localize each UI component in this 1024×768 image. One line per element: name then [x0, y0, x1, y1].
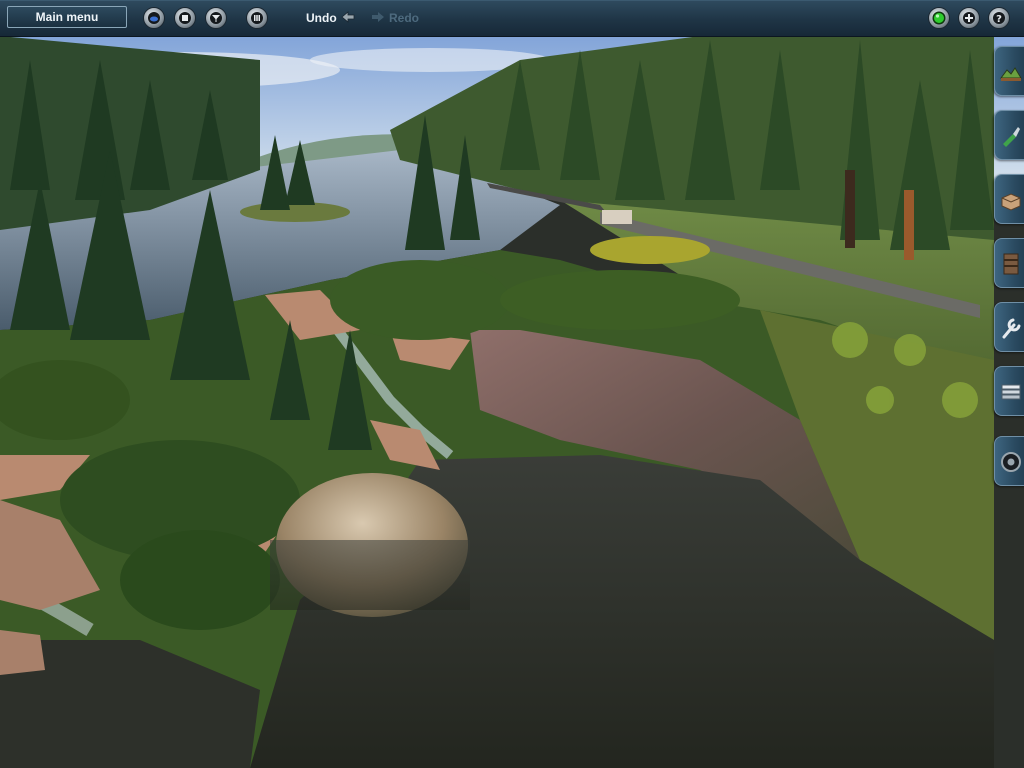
- paint-tool-tab[interactable]: [994, 110, 1024, 160]
- main-menu-button[interactable]: Main menu: [7, 6, 127, 28]
- stop-button[interactable]: [174, 7, 196, 29]
- undo-button[interactable]: Undo: [306, 11, 337, 25]
- layers-tool-tab[interactable]: [994, 366, 1024, 416]
- redo-button[interactable]: Redo: [389, 11, 419, 25]
- layers-tool-icon: [1001, 384, 1021, 400]
- filter-icon: [210, 12, 222, 24]
- filter-button[interactable]: [205, 7, 227, 29]
- track-tool-icon: [1003, 253, 1019, 275]
- terrain-scene: [0, 30, 1024, 768]
- top-toolbar: Main menu Undo Redo ?: [0, 0, 1024, 37]
- add-button[interactable]: [958, 7, 980, 29]
- terrain-tool-icon: [1000, 67, 1022, 81]
- paint-tool-icon: [1003, 127, 1020, 147]
- status-indicator-icon: [932, 11, 946, 25]
- terrain-tool-tab[interactable]: [994, 46, 1024, 96]
- stop-icon: [179, 12, 191, 24]
- object-tool-icon: [1001, 193, 1021, 211]
- svg-text:?: ?: [996, 14, 1002, 25]
- game-viewport[interactable]: [0, 0, 1024, 768]
- view-mode-icon: [148, 12, 160, 24]
- wrench-tool-icon: [1002, 318, 1021, 339]
- undo-arrow-icon[interactable]: [341, 10, 355, 24]
- settings-tool-tab[interactable]: [994, 436, 1024, 486]
- help-icon: ?: [993, 12, 1005, 25]
- object-tool-tab[interactable]: [994, 174, 1024, 224]
- redo-arrow-icon[interactable]: [371, 10, 385, 24]
- settings-tool-icon: [1001, 452, 1021, 472]
- view-mode-button[interactable]: [143, 7, 165, 29]
- add-icon: [963, 12, 975, 24]
- grid-icon: [251, 12, 263, 24]
- grid-button[interactable]: [246, 7, 268, 29]
- wrench-tool-tab[interactable]: [994, 302, 1024, 352]
- status-indicator[interactable]: [928, 7, 950, 29]
- track-tool-tab[interactable]: [994, 238, 1024, 288]
- help-button[interactable]: ?: [988, 7, 1010, 29]
